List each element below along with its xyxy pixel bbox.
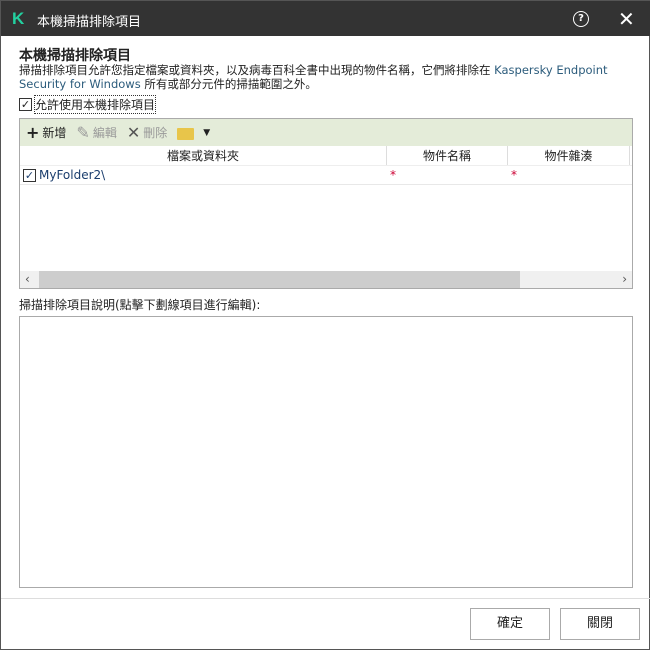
folder-menu-button[interactable]: ▼ bbox=[177, 126, 210, 140]
window-title: 本機掃描排除項目 bbox=[37, 15, 142, 30]
scroll-left-icon[interactable]: ‹ bbox=[25, 271, 30, 288]
ok-button[interactable]: 確定 bbox=[470, 608, 550, 640]
table-header: 檔案或資料夾 物件名稱 物件雜湊 bbox=[20, 146, 632, 166]
pencil-icon: ✎ bbox=[76, 123, 90, 142]
column-header-object-name[interactable]: 物件名稱 bbox=[387, 146, 508, 165]
allow-exclusions-checkbox[interactable]: ✓ 允許使用本機排除項目 bbox=[19, 95, 157, 114]
footer-divider bbox=[1, 598, 650, 599]
x-icon: ✕ bbox=[126, 123, 141, 142]
edit-label: 編輯 bbox=[92, 126, 117, 140]
scrollbar-thumb[interactable] bbox=[39, 271, 520, 288]
row-object-name: * bbox=[390, 168, 396, 182]
kaspersky-logo-icon: K bbox=[12, 9, 25, 28]
close-icon[interactable]: ✕ bbox=[618, 7, 635, 31]
description-text: 掃描排除項目允許您指定檔案或資料夾，以及病毒百科全書中出現的物件名稱，它們將排除… bbox=[19, 63, 495, 77]
exclusions-table: 檔案或資料夾 物件名稱 物件雜湊 ✓ MyFolder2\ * * ‹ › bbox=[19, 146, 633, 289]
description-label: 掃描排除項目說明(點擊下劃線項目進行編輯): bbox=[19, 298, 261, 312]
checkbox-checked-icon[interactable]: ✓ bbox=[19, 98, 32, 111]
add-button[interactable]: + 新增 bbox=[26, 123, 66, 142]
add-label: 新增 bbox=[42, 126, 67, 140]
toolbar: + 新增 ✎ 編輯 ✕ 刪除 ▼ bbox=[19, 118, 633, 147]
column-header-path[interactable]: 檔案或資料夾 bbox=[20, 146, 387, 165]
plus-icon: + bbox=[26, 123, 40, 142]
row-path: MyFolder2\ bbox=[39, 168, 106, 182]
delete-button[interactable]: ✕ 刪除 bbox=[127, 123, 167, 142]
horizontal-scrollbar[interactable]: ‹ › bbox=[20, 271, 632, 288]
title-bar: K 本機掃描排除項目 ? ✕ bbox=[1, 1, 650, 36]
row-checkbox[interactable]: ✓ bbox=[23, 168, 36, 182]
help-icon[interactable]: ? bbox=[573, 11, 589, 27]
delete-label: 刪除 bbox=[143, 126, 168, 140]
page-title: 本機掃描排除項目 bbox=[19, 48, 131, 64]
description: 掃描排除項目允許您指定檔案或資料夾，以及病毒百科全書中出現的物件名稱，它們將排除… bbox=[19, 63, 634, 91]
table-row[interactable]: ✓ MyFolder2\ * * bbox=[20, 166, 632, 185]
dropdown-arrow-icon: ▼ bbox=[203, 127, 211, 138]
allow-exclusions-label: 允許使用本機排除項目 bbox=[33, 95, 157, 114]
edit-button[interactable]: ✎ 編輯 bbox=[76, 123, 116, 142]
exclusion-description-box[interactable] bbox=[19, 316, 633, 588]
close-button[interactable]: 關閉 bbox=[560, 608, 640, 640]
row-object-hash: * bbox=[511, 168, 517, 182]
folder-icon bbox=[177, 127, 195, 140]
description-text-2: 所有或部分元件的掃描範圍之外。 bbox=[140, 77, 317, 91]
scroll-right-icon[interactable]: › bbox=[622, 271, 627, 288]
column-header-object-hash[interactable]: 物件雜湊 bbox=[508, 146, 630, 165]
